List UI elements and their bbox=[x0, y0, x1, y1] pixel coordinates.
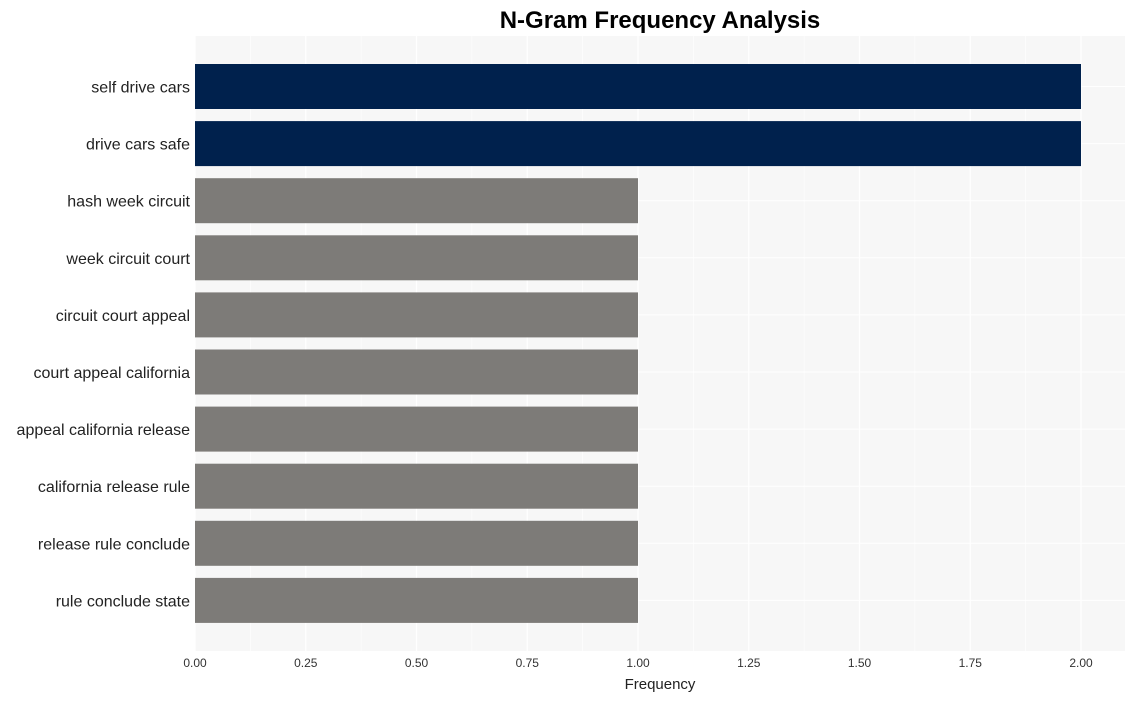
bar-hash-week-circuit bbox=[195, 178, 638, 224]
x-tick-label: 0.00 bbox=[183, 656, 207, 670]
chart-title: N-Gram Frequency Analysis bbox=[500, 7, 821, 34]
bar-week-circuit-court bbox=[195, 235, 638, 281]
y-tick-label: appeal california release bbox=[17, 422, 191, 439]
x-tick-label: 0.25 bbox=[294, 656, 318, 670]
y-tick-label: court appeal california bbox=[33, 365, 190, 382]
y-tick-label: week circuit court bbox=[65, 251, 190, 268]
bar-self-drive-cars bbox=[195, 64, 1081, 109]
x-tick-label: 0.50 bbox=[405, 656, 429, 670]
bar-drive-cars-safe bbox=[195, 121, 1081, 167]
x-tick-label: 1.25 bbox=[737, 656, 761, 670]
x-tick-label: 0.75 bbox=[516, 656, 540, 670]
x-tick-label: 2.00 bbox=[1069, 656, 1093, 670]
bar-rule-conclude-state bbox=[195, 577, 638, 623]
x-tick-label: 1.00 bbox=[626, 656, 650, 670]
y-tick-label: circuit court appeal bbox=[56, 308, 190, 325]
bar-circuit-court-appeal bbox=[195, 292, 638, 338]
bar-california-release-rule bbox=[195, 463, 638, 509]
y-tick-label: drive cars safe bbox=[86, 137, 190, 154]
bar-release-rule-conclude bbox=[195, 520, 638, 566]
y-tick-label: california release rule bbox=[38, 479, 190, 496]
ngram-bar-chart: self drive cars drive cars safe hash week … bbox=[17, 7, 1125, 693]
y-tick-label: hash week circuit bbox=[67, 194, 190, 211]
y-tick-label: release rule conclude bbox=[38, 536, 190, 553]
x-axis-ticks: 0.00 0.25 0.50 0.75 1.00 1.25 1.50 1.75 2.00 bbox=[183, 656, 1093, 670]
x-axis-label: Frequency bbox=[625, 676, 696, 693]
y-axis-labels: self drive cars drive cars safe hash week … bbox=[17, 80, 191, 611]
x-tick-label: 1.75 bbox=[959, 656, 983, 670]
x-tick-label: 1.50 bbox=[848, 656, 872, 670]
bar-court-appeal-california bbox=[195, 349, 638, 395]
bar-appeal-california-release bbox=[195, 406, 638, 452]
y-tick-label: rule conclude state bbox=[56, 593, 190, 610]
y-tick-label: self drive cars bbox=[91, 80, 190, 97]
